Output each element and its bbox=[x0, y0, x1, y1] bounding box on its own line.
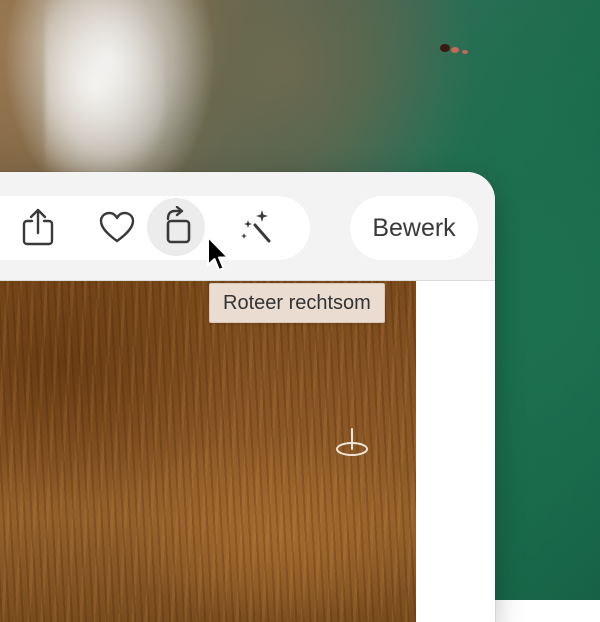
swimmer bbox=[440, 44, 450, 52]
tooltip-text: Roteer rechtsom bbox=[223, 291, 371, 314]
tooltip: Roteer rechtsom bbox=[209, 283, 385, 323]
share-button[interactable] bbox=[9, 198, 67, 256]
mouse-cursor-icon bbox=[207, 236, 229, 271]
photo-viewer bbox=[0, 281, 495, 622]
favorite-button[interactable] bbox=[88, 198, 146, 256]
toolbar: Bewerk bbox=[0, 172, 495, 281]
photo-image[interactable] bbox=[0, 281, 416, 622]
photo-mark bbox=[336, 428, 368, 456]
heart-icon bbox=[98, 210, 136, 244]
edit-button[interactable]: Bewerk bbox=[350, 196, 478, 260]
wave-foam bbox=[45, 0, 165, 180]
magic-wand-icon bbox=[235, 207, 275, 247]
rotate-clockwise-button[interactable] bbox=[147, 198, 205, 256]
photos-window: Bewerk bbox=[0, 172, 495, 622]
rotate-clockwise-icon bbox=[156, 206, 196, 248]
share-icon bbox=[20, 207, 56, 247]
auto-enhance-button[interactable] bbox=[226, 198, 284, 256]
